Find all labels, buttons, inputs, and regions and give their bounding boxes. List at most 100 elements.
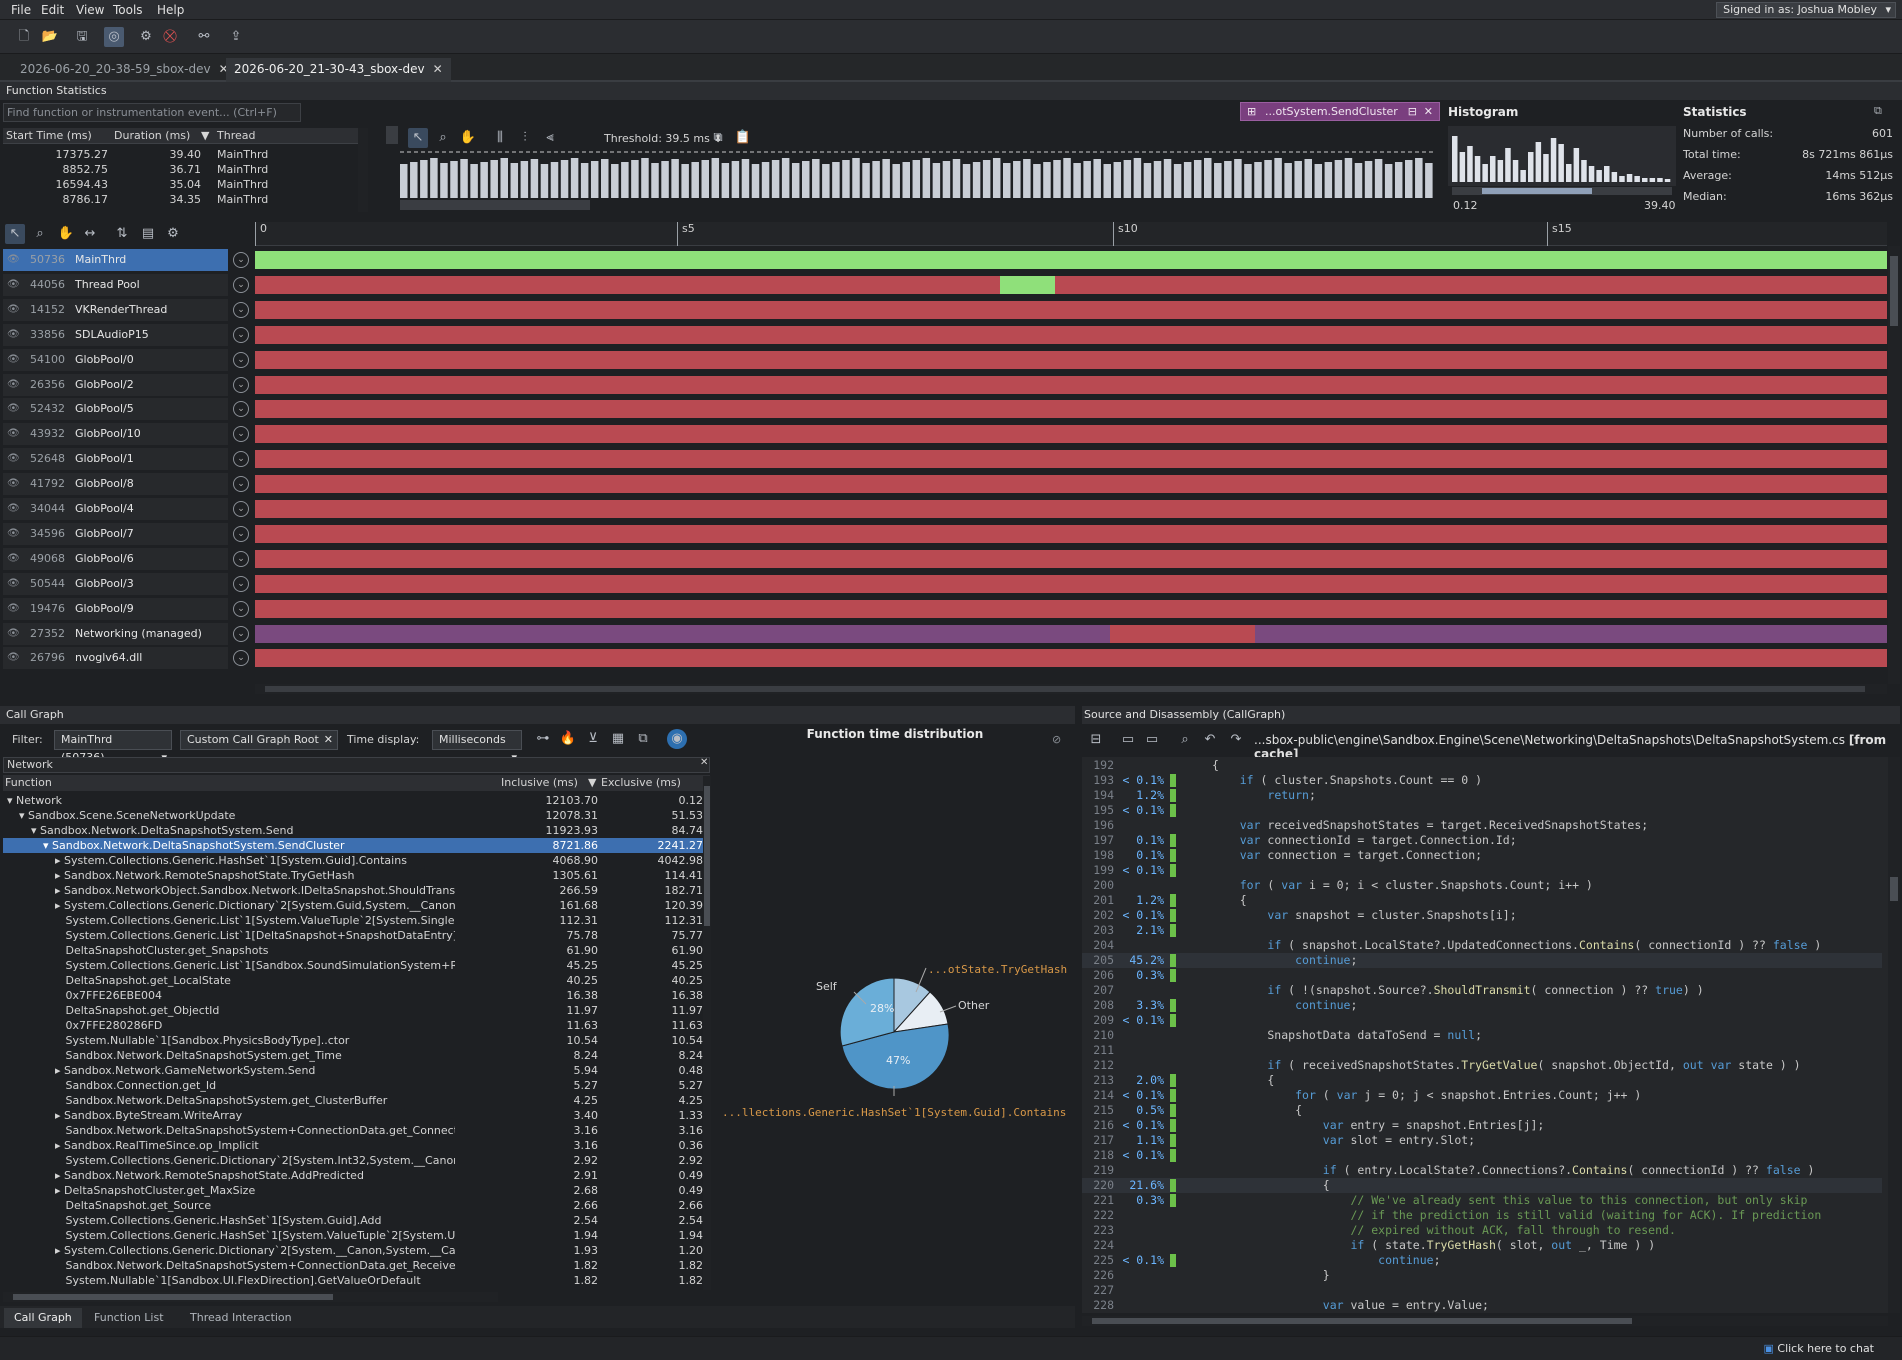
duration-bar[interactable] <box>711 158 720 198</box>
filter-icon[interactable]: ⫷ <box>540 128 560 148</box>
visibility-icon[interactable]: 👁 <box>7 249 20 271</box>
thread-activity-bar[interactable] <box>255 300 1887 319</box>
duration-bar[interactable] <box>852 158 860 198</box>
call-graph-row[interactable]: ▸ Sandbox.RealTimeSince.op_Implicit 3.16 0… <box>3 1138 703 1153</box>
thread-row[interactable]: 👁 54100 GlobPool/0 ⌄ <box>0 348 1902 372</box>
duration-bar[interactable] <box>500 158 509 198</box>
close-icon[interactable]: ✕ <box>433 62 443 76</box>
thread-label[interactable]: 👁 44056 Thread Pool <box>3 273 228 296</box>
duration-bar[interactable] <box>812 159 820 198</box>
expand-icon[interactable]: ⌄ <box>233 426 249 443</box>
copy-icon[interactable]: ⧉ <box>1874 104 1882 118</box>
call-graph-row[interactable]: ▾ Sandbox.Scene.SceneNetworkUpdate 12078.… <box>3 808 703 823</box>
close-icon[interactable]: ✕ <box>324 731 333 749</box>
signed-in-dropdown[interactable]: Signed in as: Joshua Mobley ▾ <box>1716 2 1896 18</box>
histogram-bar[interactable] <box>1566 164 1572 182</box>
close-icon[interactable]: ✕ <box>1424 103 1433 120</box>
call-graph-row[interactable]: System.Collections.Generic.HashSet`1[Sys… <box>3 1213 703 1228</box>
histogram-bar[interactable] <box>1550 138 1557 182</box>
code-line[interactable]: 198 0.1% var connection = target.Connecti… <box>1082 848 1882 863</box>
thread-row[interactable]: 👁 14152 VKRenderThread ⌄ <box>0 298 1902 322</box>
code-line[interactable]: 210 SnapshotData dataToSend = null; <box>1082 1028 1882 1043</box>
menu-view[interactable]: View <box>76 3 104 17</box>
threads-scrollbar[interactable] <box>1888 246 1900 684</box>
duration-bar[interactable] <box>1053 160 1061 198</box>
call-graph-row[interactable]: ▸ System.Collections.Generic.Dictionary`… <box>3 898 703 913</box>
expand-icon[interactable]: ▸ <box>55 899 61 912</box>
prev-file-icon[interactable]: ▭ <box>1118 730 1138 750</box>
call-graph-row[interactable]: ▸ System.Collections.Generic.HashSet`1[S… <box>3 853 703 868</box>
histogram-bar[interactable] <box>1505 148 1511 182</box>
thread-label[interactable]: 👁 27352 Networking (managed) <box>3 622 228 645</box>
select-icon[interactable]: ↖ <box>408 128 428 148</box>
find-icon[interactable]: ⌕ <box>1175 730 1195 750</box>
histogram-bar[interactable] <box>1459 152 1466 182</box>
histogram-bar[interactable] <box>1558 144 1564 182</box>
clipboard-icon[interactable]: 📋 <box>733 128 753 148</box>
col-exclusive[interactable]: Exclusive (ms) <box>601 776 681 789</box>
align-icon[interactable]: ⫶ <box>515 128 535 148</box>
call-graph-row[interactable]: System.Collections.Generic.List`1[Sandbo… <box>3 958 703 973</box>
timeline-hscrollbar[interactable] <box>255 684 1887 694</box>
thread-label[interactable]: 👁 49068 GlobPool/6 <box>3 547 228 570</box>
thread-row[interactable]: 👁 52432 GlobPool/5 ⌄ <box>0 397 1902 421</box>
duration-bar[interactable] <box>1314 164 1323 198</box>
visibility-icon[interactable]: 👁 <box>7 374 20 396</box>
collapse-icon[interactable]: ⊻ <box>583 729 603 749</box>
code-line[interactable]: 221 0.3% // We've already sent this value… <box>1082 1193 1882 1208</box>
code-line[interactable]: 203 2.1% <box>1082 923 1882 938</box>
duration-bar[interactable] <box>560 160 569 198</box>
source-scrollbar[interactable] <box>1888 757 1900 1313</box>
menu-edit[interactable]: Edit <box>41 3 64 17</box>
time-ruler[interactable]: 0 s5 s10 s15 <box>255 222 1887 246</box>
thread-activity-bar[interactable] <box>255 400 1887 419</box>
expand-icon[interactable]: ⌄ <box>233 600 249 617</box>
zoom-icon[interactable]: ⌕ <box>433 128 453 148</box>
menu-file[interactable]: File <box>11 3 31 17</box>
histogram-bar[interactable] <box>1543 154 1549 182</box>
duration-bar[interactable] <box>1264 160 1272 198</box>
thread-activity-bar[interactable] <box>255 599 1887 618</box>
code-line[interactable]: 211 <box>1082 1043 1882 1058</box>
expand-icon[interactable]: ⌄ <box>233 376 249 393</box>
duration-bar[interactable] <box>520 161 529 198</box>
call-graph-row[interactable]: System.Collections.Generic.List`1[System… <box>3 913 703 928</box>
call-graph-row[interactable]: DeltaSnapshotCluster.get_Snapshots 61.90 6… <box>3 943 703 958</box>
code-line[interactable]: 215 0.5% { <box>1082 1103 1882 1118</box>
expand-icon[interactable]: ▸ <box>55 1064 61 1077</box>
visibility-icon[interactable]: 👁 <box>7 548 20 570</box>
code-line[interactable]: 208 3.3% continue; <box>1082 998 1882 1013</box>
chat-button[interactable]: ▣ Click here to chat <box>1763 1342 1874 1355</box>
collapse-handle[interactable] <box>386 126 398 144</box>
tab-session-2[interactable]: 2026-06-20_21-30-43_sbox-dev ✕ <box>226 58 451 82</box>
thread-row[interactable]: 👁 41792 GlobPool/8 ⌄ <box>0 472 1902 496</box>
duration-bar[interactable] <box>420 160 428 198</box>
duration-bar[interactable] <box>1284 163 1292 198</box>
histogram-bar[interactable] <box>1619 176 1625 182</box>
expand-icon[interactable]: ⌄ <box>233 650 249 667</box>
duration-bar[interactable] <box>490 160 498 198</box>
histogram-bar[interactable] <box>1649 178 1656 182</box>
histogram-bar[interactable] <box>1596 170 1602 182</box>
duration-bar[interactable] <box>1033 164 1041 198</box>
thread-activity-bar[interactable] <box>255 375 1887 394</box>
thread-row[interactable]: 👁 50736 MainThrd ⌄ <box>0 248 1902 272</box>
call-graph-row[interactable]: Sandbox.Network.DeltaSnapshotSystem+Conn… <box>3 1258 703 1273</box>
expand-icon[interactable]: ▸ <box>55 1184 61 1197</box>
call-graph-row[interactable]: Sandbox.Network.DeltaSnapshotSystem.get_… <box>3 1093 703 1108</box>
duration-bar[interactable] <box>580 163 589 198</box>
duration-bar[interactable] <box>1224 161 1232 198</box>
code-line[interactable]: 199 < 0.1% <box>1082 863 1882 878</box>
duration-bar[interactable] <box>460 159 468 198</box>
visibility-icon[interactable]: 👁 <box>7 299 20 321</box>
duration-bar[interactable] <box>510 163 519 198</box>
thread-row[interactable]: 👁 44056 Thread Pool ⌄ <box>0 273 1902 297</box>
thread-label[interactable]: 👁 14152 VKRenderThread <box>3 298 228 321</box>
duration-bar[interactable] <box>922 158 931 198</box>
selected-function-pill[interactable]: ⊞ ...otSystem.SendCluster ⊟ ✕ <box>1240 102 1440 121</box>
tab-thread-interaction[interactable]: Thread Interaction <box>180 1308 302 1328</box>
duration-bar[interactable] <box>882 159 890 198</box>
thread-activity-bar[interactable] <box>255 500 1887 518</box>
range-thumb[interactable] <box>1482 188 1592 194</box>
duration-bar[interactable] <box>611 164 619 198</box>
